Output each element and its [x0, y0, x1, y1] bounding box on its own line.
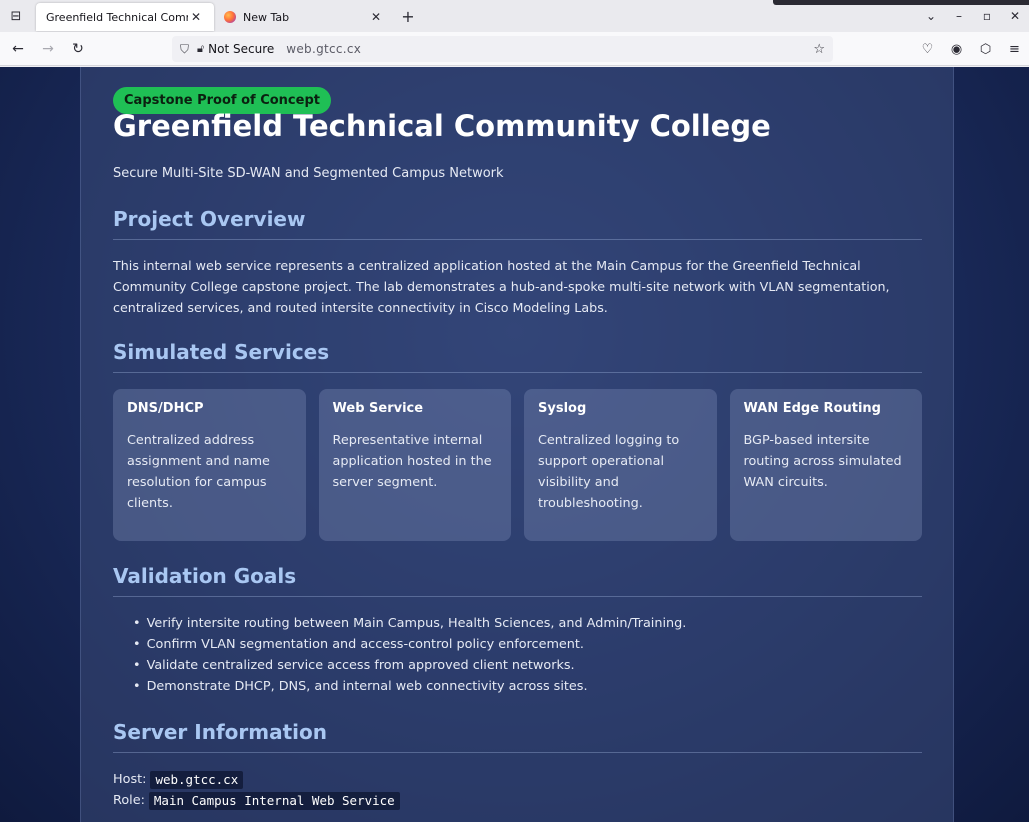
extensions-icon[interactable]: ⬡: [971, 42, 1000, 57]
section-heading-services: Simulated Services: [113, 340, 922, 373]
server-info: Host: web.gtcc.cx Role: Main Campus Inte…: [113, 769, 400, 811]
pocket-icon[interactable]: ♡: [913, 42, 942, 57]
role-value: Main Campus Internal Web Service: [148, 791, 400, 810]
new-tab-button[interactable]: +: [394, 7, 422, 26]
minimize-button[interactable]: –: [945, 9, 973, 23]
tab-list-icon[interactable]: ⊟: [0, 0, 32, 32]
firefox-icon: [224, 11, 236, 23]
maximize-button[interactable]: ▫: [973, 9, 1001, 23]
toolbar-right: ♡ ◉ ⬡ ≡: [913, 32, 1029, 66]
close-window-button[interactable]: ✕: [1001, 9, 1029, 23]
url-bar[interactable]: ⛉ 🔓︎ Not Secure web.gtcc.cx ☆: [172, 36, 833, 62]
tab-greenfield[interactable]: Greenfield Technical Commu ✕: [36, 3, 214, 31]
service-desc: Representative internal application host…: [332, 433, 492, 490]
page-subtitle: Secure Multi-Site SD-WAN and Segmented C…: [113, 166, 504, 181]
list-item: Confirm VLAN segmentation and access-con…: [133, 634, 686, 655]
tab-new-tab[interactable]: New Tab ✕: [214, 3, 394, 31]
services-grid: DNS/DHCP Centralized address assignment …: [113, 389, 922, 541]
host-value: web.gtcc.cx: [150, 770, 244, 789]
close-tab-icon[interactable]: ✕: [368, 10, 384, 24]
service-card-dns-dhcp: DNS/DHCP Centralized address assignment …: [113, 389, 306, 541]
overview-text: This internal web service represents a c…: [113, 258, 890, 315]
menu-icon[interactable]: ≡: [1000, 42, 1029, 57]
section-heading-overview: Project Overview: [113, 207, 922, 240]
service-title: Web Service: [332, 401, 424, 416]
list-item: Demonstrate DHCP, DNS, and internal web …: [133, 676, 686, 697]
service-desc: BGP-based intersite routing across simul…: [743, 433, 902, 490]
page-viewport[interactable]: Capstone Proof of Concept Greenfield Tec…: [0, 67, 1029, 822]
content-card: Capstone Proof of Concept Greenfield Tec…: [80, 67, 954, 822]
tab-strip: ⊟ Greenfield Technical Commu ✕ New Tab ✕…: [0, 0, 1029, 32]
url-text[interactable]: web.gtcc.cx: [286, 42, 813, 56]
reload-icon[interactable]: ↻: [63, 41, 93, 57]
service-title: Syslog: [538, 401, 587, 416]
section-heading-goals: Validation Goals: [113, 564, 922, 597]
security-label[interactable]: Not Secure: [208, 42, 274, 56]
list-item: Verify intersite routing between Main Ca…: [133, 613, 687, 634]
service-card-syslog: Syslog Centralized logging to support op…: [524, 389, 717, 541]
section-heading-server: Server Information: [113, 720, 922, 753]
server-role-row: Role: Main Campus Internal Web Service: [113, 790, 400, 811]
tab-title: Greenfield Technical Commu: [46, 10, 188, 24]
forward-icon[interactable]: →: [33, 41, 63, 57]
goals-list: Verify intersite routing between Main Ca…: [133, 613, 687, 697]
lock-icon[interactable]: 🔓︎: [197, 42, 204, 56]
service-card-wan-edge: WAN Edge Routing BGP-based intersite rou…: [729, 389, 922, 541]
page-title: Greenfield Technical Community College: [113, 109, 771, 143]
service-title: WAN Edge Routing: [743, 401, 881, 416]
bookmark-star-icon[interactable]: ☆: [813, 42, 825, 57]
service-title: DNS/DHCP: [127, 401, 204, 416]
back-icon[interactable]: ←: [3, 41, 33, 57]
nav-bar: ← → ↻ ⛉ 🔓︎ Not Secure web.gtcc.cx ☆ ♡ ◉ …: [0, 32, 1029, 66]
host-label: Host:: [113, 772, 147, 787]
shield-icon[interactable]: ⛉: [180, 42, 189, 57]
window-edge: [773, 0, 1029, 5]
list-all-tabs-icon[interactable]: ⌄: [917, 9, 945, 23]
service-card-web: Web Service Representative internal appl…: [318, 389, 511, 541]
service-desc: Centralized logging to support operation…: [538, 433, 680, 511]
list-item: Validate centralized service access from…: [133, 655, 686, 676]
tab-title: New Tab: [243, 10, 290, 24]
close-tab-icon[interactable]: ✕: [188, 10, 204, 24]
server-host-row: Host: web.gtcc.cx: [113, 769, 400, 790]
service-desc: Centralized address assignment and name …: [127, 433, 270, 511]
role-label: Role:: [113, 793, 145, 808]
account-icon[interactable]: ◉: [942, 42, 971, 57]
